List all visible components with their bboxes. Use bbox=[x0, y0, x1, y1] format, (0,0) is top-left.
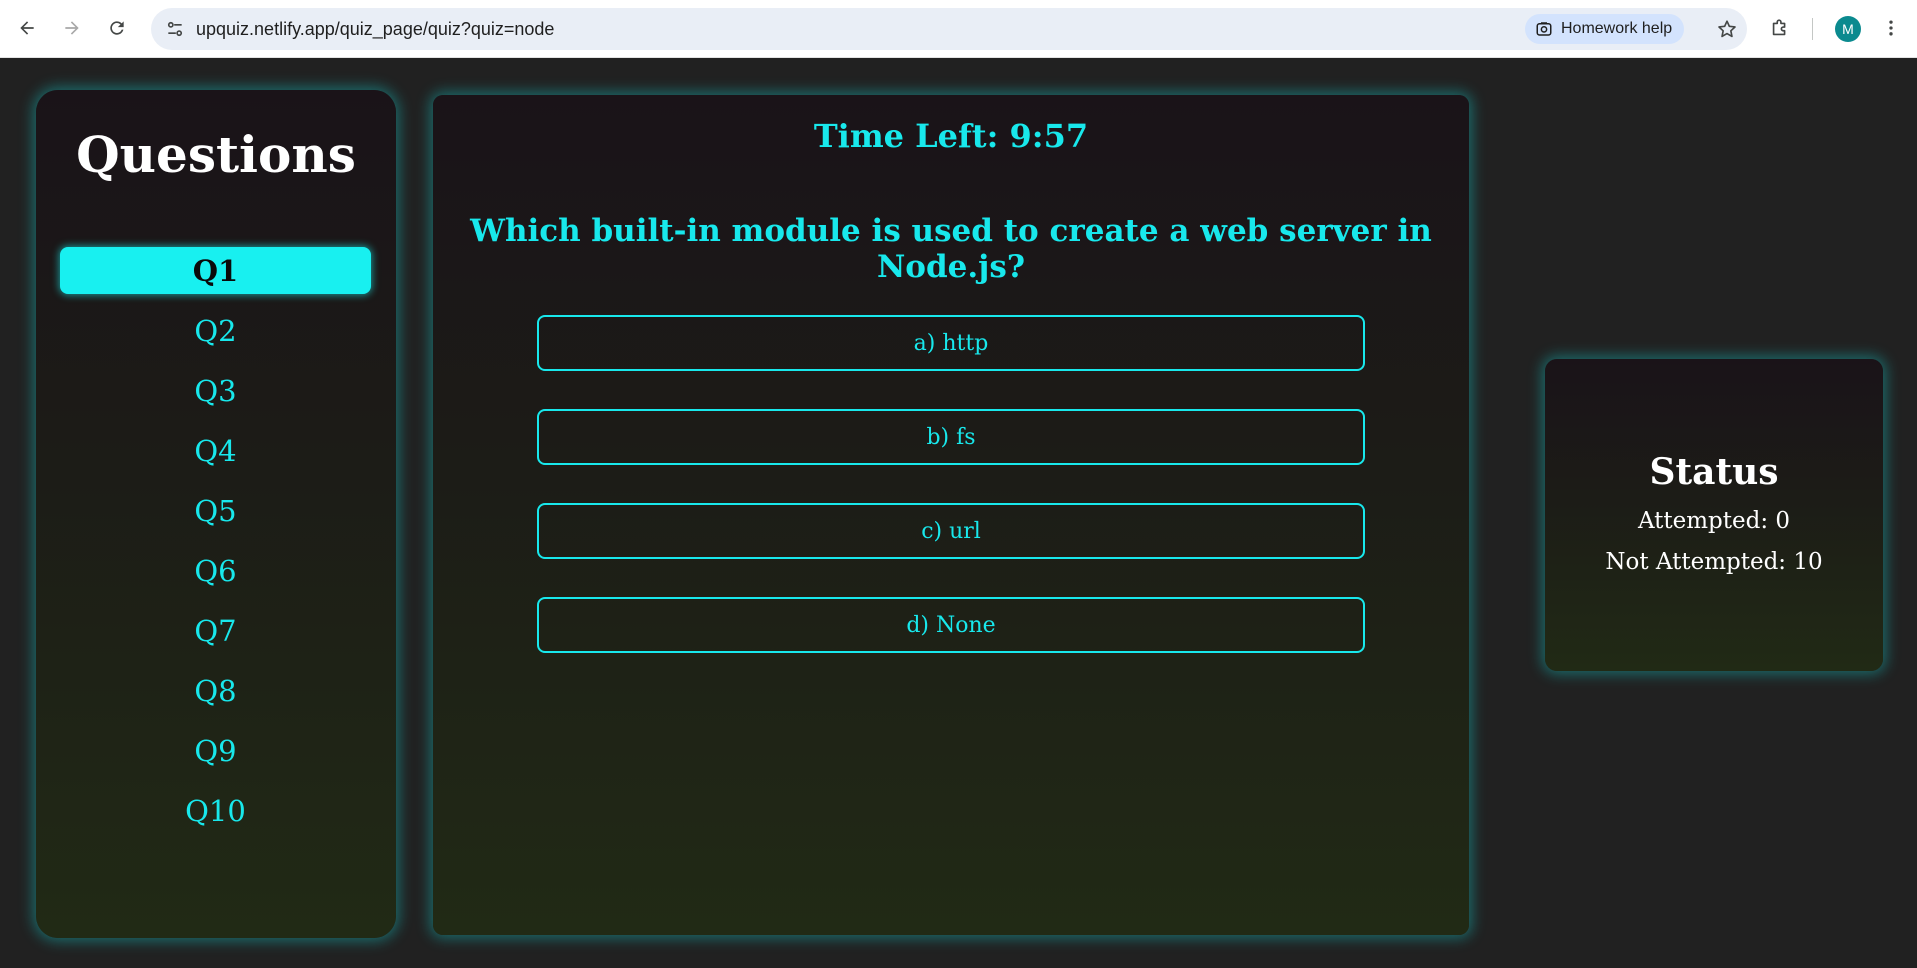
question-item-q3[interactable]: Q3 bbox=[60, 367, 371, 414]
status-panel: Status Attempted: 0 Not Attempted: 10 bbox=[1545, 359, 1883, 671]
questions-sidebar: Questions Q1 Q2 Q3 Q4 Q5 Q6 Q7 Q8 Q9 Q10 bbox=[36, 90, 396, 938]
url-text[interactable]: upquiz.netlify.app/quiz_page/quiz?quiz=n… bbox=[196, 8, 554, 50]
back-button[interactable] bbox=[10, 11, 44, 45]
bookmark-star-button[interactable] bbox=[1711, 13, 1743, 45]
question-item-q4[interactable]: Q4 bbox=[60, 427, 371, 474]
lens-icon bbox=[1536, 22, 1552, 36]
question-item-q6[interactable]: Q6 bbox=[60, 547, 371, 594]
status-title: Status bbox=[1649, 451, 1779, 493]
option-c-button[interactable]: c) url bbox=[537, 503, 1365, 559]
question-item-q7[interactable]: Q7 bbox=[60, 607, 371, 654]
homework-help-button[interactable]: Homework help bbox=[1525, 14, 1685, 44]
option-d-button[interactable]: d) None bbox=[537, 597, 1365, 653]
extensions-button[interactable] bbox=[1763, 11, 1797, 45]
timer-text: Time Left: 9:57 bbox=[813, 117, 1089, 155]
forward-button[interactable] bbox=[55, 11, 89, 45]
question-item-q2[interactable]: Q2 bbox=[60, 307, 371, 354]
address-bar[interactable]: upquiz.netlify.app/quiz_page/quiz?quiz=n… bbox=[151, 8, 1747, 50]
question-text: Which built-in module is used to create … bbox=[470, 213, 1432, 285]
tune-icon bbox=[167, 21, 183, 37]
question-item-q8[interactable]: Q8 bbox=[60, 667, 371, 714]
homework-help-label: Homework help bbox=[1561, 20, 1673, 37]
browser-toolbar: upquiz.netlify.app/quiz_page/quiz?quiz=n… bbox=[0, 0, 1917, 58]
arrow-right-icon bbox=[65, 21, 79, 35]
options-list: a) http b) fs c) url d) None bbox=[537, 315, 1365, 691]
browser-menu-button[interactable] bbox=[1876, 13, 1906, 43]
star-icon bbox=[1718, 20, 1736, 38]
option-b-button[interactable]: b) fs bbox=[537, 409, 1365, 465]
question-item-q5[interactable]: Q5 bbox=[60, 487, 371, 534]
more-vertical-icon bbox=[1889, 20, 1893, 36]
puzzle-icon bbox=[1772, 19, 1786, 36]
question-item-q10[interactable]: Q10 bbox=[60, 787, 371, 834]
toolbar-divider bbox=[1812, 18, 1813, 40]
arrow-left-icon bbox=[20, 21, 34, 35]
question-item-q9[interactable]: Q9 bbox=[60, 727, 371, 774]
reload-button[interactable] bbox=[100, 11, 134, 45]
site-info-button[interactable] bbox=[159, 13, 191, 45]
profile-avatar[interactable]: M bbox=[1835, 16, 1861, 42]
question-item-q1[interactable]: Q1 bbox=[60, 247, 371, 294]
option-a-button[interactable]: a) http bbox=[537, 315, 1365, 371]
sidebar-title: Questions bbox=[76, 125, 356, 184]
quiz-panel: Time Left: 9:57 Which built-in module is… bbox=[433, 95, 1469, 935]
question-list: Q1 Q2 Q3 Q4 Q5 Q6 Q7 Q8 Q9 Q10 bbox=[60, 247, 371, 847]
not-attempted-count: Not Attempted: 10 bbox=[1605, 549, 1823, 575]
reload-icon bbox=[110, 21, 124, 35]
attempted-count: Attempted: 0 bbox=[1637, 508, 1791, 534]
